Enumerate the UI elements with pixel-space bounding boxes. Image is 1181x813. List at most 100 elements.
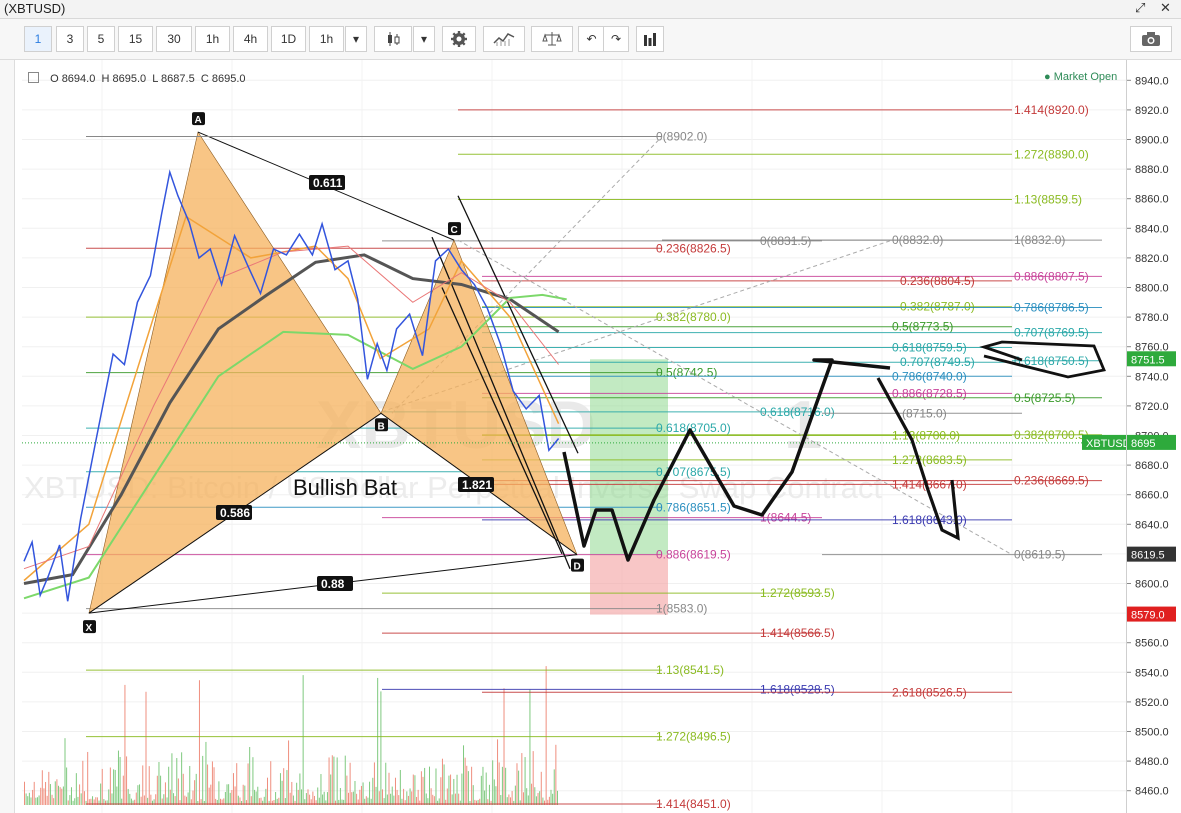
volume-bar — [67, 800, 69, 805]
volume-bar — [142, 765, 144, 805]
volume-bar — [552, 793, 554, 805]
volume-bar — [414, 775, 416, 805]
price-axis[interactable]: 8940.0 8920.0 8900.0 8880.0 8860.0 8840.0 8820… — [1126, 60, 1181, 813]
volume-bar — [150, 794, 152, 805]
volume-bar — [291, 781, 293, 805]
volume-bar — [555, 744, 557, 805]
volume-bar — [296, 782, 298, 805]
volume-bar — [412, 774, 414, 805]
candlestick-icon[interactable] — [374, 26, 412, 52]
volume-bar — [435, 768, 437, 805]
y-tick-label: 8560.0 — [1135, 638, 1169, 650]
volume-bar — [75, 773, 77, 805]
legend-l-label: L — [152, 73, 158, 85]
volume-bar — [62, 786, 64, 805]
volume-bar — [331, 755, 333, 805]
volume-bar — [448, 775, 450, 805]
y-tick-label: 8820.0 — [1135, 253, 1169, 265]
interval-1d-button[interactable]: 1D — [271, 26, 306, 52]
volume-bar — [111, 793, 113, 805]
volume-bar — [232, 773, 234, 805]
y-tick-label: 8500.0 — [1135, 727, 1169, 739]
y-tick-label: 8520.0 — [1135, 697, 1169, 709]
volume-bar — [356, 793, 358, 805]
interval-15-button[interactable]: 15 — [118, 26, 153, 52]
volume-bar — [267, 777, 268, 805]
volume-bar — [48, 771, 50, 805]
volume-bar — [391, 786, 393, 805]
interval-select[interactable]: 1h — [309, 26, 344, 52]
volume-bar — [466, 765, 468, 805]
volume-bar — [228, 784, 230, 805]
price-badge-label: 8751.5 — [1131, 354, 1165, 366]
volume-bar — [484, 790, 486, 805]
legend-toggle-icon[interactable] — [28, 72, 39, 83]
market-status: ● Market Open — [1044, 71, 1118, 83]
interval-30-button[interactable]: 30 — [156, 26, 192, 52]
volume-bar — [380, 691, 382, 805]
volume-bar — [424, 767, 426, 805]
volume-bar — [117, 750, 119, 805]
expand-icon[interactable]: ⤢ — [1135, 0, 1145, 16]
volume-bar — [497, 739, 499, 805]
volume-bar — [430, 788, 432, 805]
volume-bar — [43, 788, 45, 805]
volume-bar — [109, 767, 111, 805]
window-title: (XBTUSD) — [4, 1, 66, 16]
interval-1-button[interactable]: 1 — [24, 26, 52, 52]
volume-bar — [540, 771, 542, 805]
volume-bar — [514, 785, 516, 805]
legend-o-label: O — [50, 73, 59, 85]
fib-label: 0.886(8807.5) — [1014, 269, 1089, 283]
volume-bar — [429, 766, 430, 805]
fib-label: 1.414(8920.0) — [1014, 103, 1089, 117]
undo-icon[interactable]: ↶ — [578, 26, 604, 52]
compare-scale-icon[interactable] — [531, 26, 573, 52]
volume-bar — [390, 793, 392, 805]
volume-bar — [198, 680, 200, 805]
bars-icon[interactable] — [636, 26, 664, 52]
volume-bar — [226, 784, 228, 805]
gear-icon[interactable] — [442, 26, 476, 52]
interval-3-button[interactable]: 3 — [56, 26, 84, 52]
volume-bar — [312, 791, 314, 805]
volume-bar — [378, 791, 380, 805]
point-label: B — [378, 421, 385, 432]
camera-icon[interactable] — [1130, 26, 1172, 52]
volume-bar — [529, 689, 531, 805]
volume-bar — [464, 757, 466, 805]
volume-bar — [116, 786, 118, 805]
volume-bar — [388, 772, 390, 805]
indicator-icon[interactable] — [483, 26, 525, 52]
volume-bar — [236, 763, 238, 805]
close-icon[interactable]: ✕ — [1160, 0, 1171, 16]
interval-5-button[interactable]: 5 — [87, 26, 115, 52]
volume-bar — [135, 792, 137, 805]
y-tick-label: 8880.0 — [1135, 164, 1169, 176]
volume-bar — [64, 738, 66, 805]
volume-bar — [301, 789, 303, 805]
volume-bar — [508, 794, 510, 805]
volume-bar — [451, 794, 453, 805]
redo-icon[interactable]: ↷ — [603, 26, 629, 52]
legend-close: 8695.0 — [211, 73, 246, 85]
volume-bar — [77, 796, 79, 805]
volume-bar — [168, 766, 170, 805]
y-tick-label: 8800.0 — [1135, 283, 1169, 295]
price-chart[interactable]: XBTUSD 1 XBTUSD: Bitcoin / US Dollar Per… — [22, 60, 1126, 813]
volume-bar — [422, 776, 424, 805]
fib-label: 0(8619.5) — [1014, 548, 1065, 562]
volume-bar — [394, 777, 396, 805]
interval-1h-button[interactable]: 1h — [195, 26, 230, 52]
volume-bar — [461, 773, 463, 805]
volume-bar — [101, 768, 103, 805]
chevron-down-icon[interactable]: ▾ — [345, 26, 367, 52]
volume-bar — [339, 788, 341, 805]
volume-bar — [297, 789, 299, 805]
interval-4h-button[interactable]: 4h — [233, 26, 268, 52]
ohlc-legend: O 8694.0 H 8695.0 L 8687.5 C 8695.0 — [28, 72, 246, 85]
legend-h-label: H — [101, 73, 110, 85]
volume-bar — [82, 760, 84, 805]
chart-type-dropdown-icon[interactable]: ▾ — [413, 26, 435, 52]
volume-bar — [173, 793, 175, 805]
